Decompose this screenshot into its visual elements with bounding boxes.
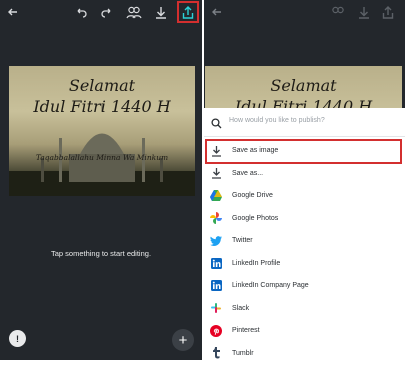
- add-element-button[interactable]: +: [172, 329, 194, 351]
- publish-option-label: Save as...: [232, 169, 264, 177]
- design-heading-line1: Selamat: [68, 76, 136, 95]
- design-heading-line1: Selamat: [270, 76, 337, 95]
- download-icon: [155, 6, 167, 19]
- people-icon: [330, 5, 346, 19]
- back-arrow-icon: [211, 6, 223, 18]
- publish-option-twitter[interactable]: Twitter: [204, 229, 405, 252]
- publish-option-label: Pinterest: [232, 327, 260, 334]
- design-heading-line2: Idul Fitri 1440 H: [33, 97, 171, 116]
- save-as-image-highlight: [205, 139, 402, 164]
- publish-option-tumblr[interactable]: Tumblr: [204, 342, 405, 365]
- editing-hint: Tap something to start editing.: [50, 249, 152, 258]
- design-canvas[interactable]: Selamat Idul Fitri 1440 H Taqabbalallahu…: [9, 66, 195, 196]
- collaborators-button[interactable]: [124, 0, 144, 24]
- share-button[interactable]: [177, 1, 199, 23]
- back-arrow-icon: [7, 6, 19, 18]
- share-button-dimmed[interactable]: [380, 0, 396, 24]
- publish-option-label: Google Drive: [232, 192, 273, 199]
- editor-pane: Selamat Idul Fitri 1440 H Taqabbalallahu…: [0, 0, 202, 360]
- publish-option-google-drive[interactable]: Google Drive: [204, 184, 405, 207]
- share-upload-icon: [382, 5, 394, 19]
- publish-search[interactable]: How would you like to publish?: [204, 108, 405, 137]
- download-icon: [358, 6, 370, 19]
- publish-option-label: Slack: [232, 304, 250, 312]
- linkedin-icon: [210, 280, 222, 292]
- publish-option-linkedin-profile[interactable]: LinkedIn Profile: [204, 252, 405, 275]
- people-icon: [126, 5, 142, 19]
- undo-icon: [75, 6, 87, 18]
- publish-option-label: Tumblr: [232, 349, 254, 357]
- publish-option-save-as[interactable]: Save as...: [204, 162, 405, 185]
- publish-option-pinterest[interactable]: Pinterest: [204, 319, 405, 342]
- pinterest-icon: [210, 324, 222, 337]
- tumblr-icon: [210, 347, 222, 359]
- publish-option-linkedin-company-page[interactable]: LinkedIn Company Page: [204, 274, 405, 297]
- publish-option-label: Twitter: [232, 237, 253, 244]
- publish-option-label: Google Photos: [232, 214, 279, 222]
- redo-icon: [101, 6, 113, 18]
- download-button[interactable]: [153, 0, 169, 24]
- twitter-icon: [210, 235, 222, 247]
- google-photos-icon: [210, 212, 222, 224]
- info-button[interactable]: !: [9, 330, 26, 347]
- redo-button[interactable]: [99, 0, 115, 24]
- publish-option-slack[interactable]: Slack: [204, 297, 405, 320]
- publish-option-google-photos[interactable]: Google Photos: [204, 207, 405, 230]
- publish-option-label: LinkedIn Company Page: [232, 282, 309, 289]
- download-button-dimmed[interactable]: [356, 0, 372, 24]
- linkedin-icon: [210, 257, 222, 269]
- search-placeholder: How would you like to publish?: [229, 117, 325, 124]
- back-button[interactable]: [5, 0, 21, 24]
- design-subtext: Taqabbalallahu Minna Wa Minkum: [35, 153, 169, 162]
- search-icon: [211, 116, 222, 134]
- undo-button[interactable]: [73, 0, 89, 24]
- share-upload-icon: [182, 5, 194, 19]
- slack-icon: [210, 302, 222, 314]
- back-button-dimmed[interactable]: [209, 0, 225, 24]
- publish-option-label: LinkedIn Profile: [232, 259, 281, 267]
- collaborators-button-dimmed[interactable]: [328, 0, 348, 24]
- google-drive-icon: [210, 190, 222, 202]
- download-icon: [210, 167, 222, 179]
